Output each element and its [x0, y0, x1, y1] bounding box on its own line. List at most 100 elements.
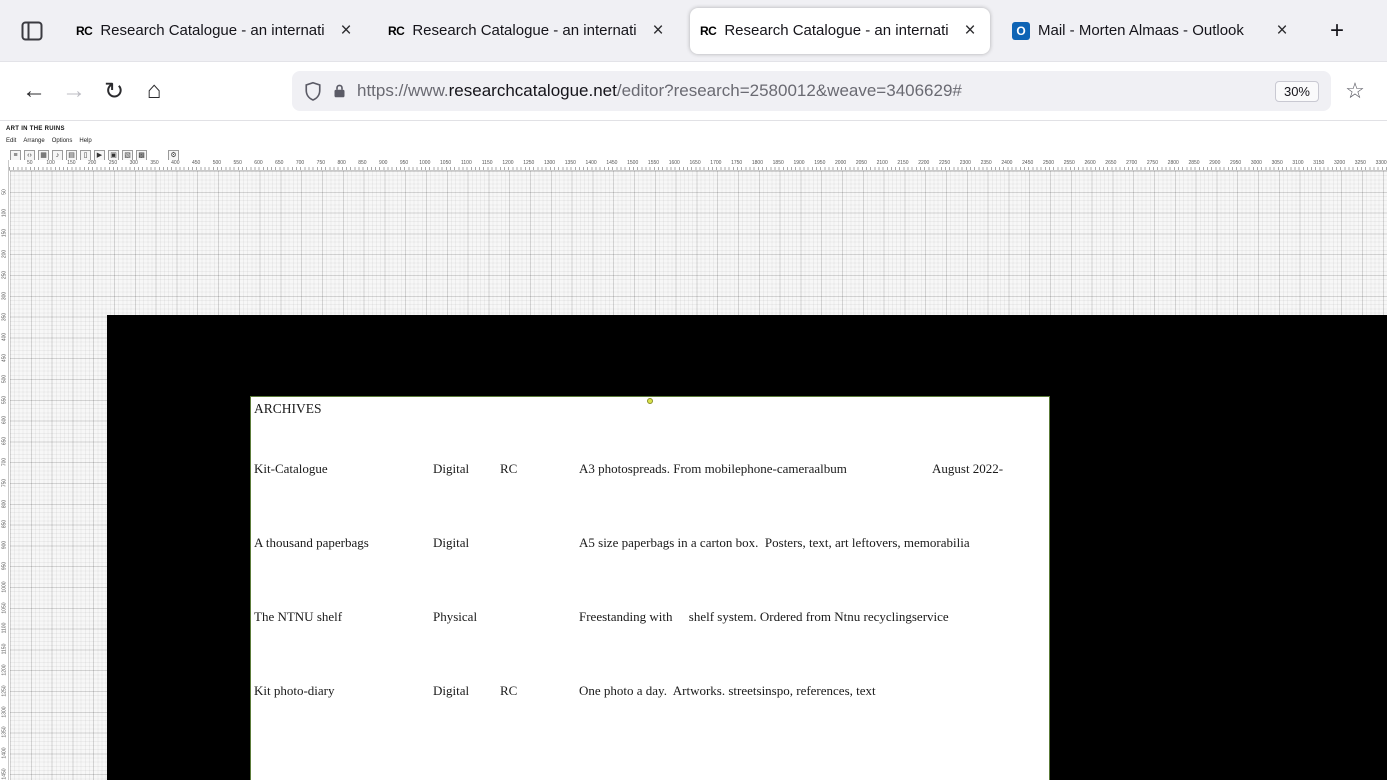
ruler-mark-v: 850: [2, 517, 8, 532]
rc-editor: ART IN THE RUINS Edit Arrange Options He…: [0, 121, 1387, 780]
archive-item-name: A thousand paperbags: [254, 535, 369, 551]
ruler-mark-v: 1350: [2, 725, 8, 740]
ruler-mark-h: 2950: [1230, 160, 1241, 166]
tab-research-catalogue-1[interactable]: RC Research Catalogue - an internati ×: [66, 8, 366, 54]
ruler-mark-v: 1100: [2, 621, 8, 636]
url-bar[interactable]: https://www.researchcatalogue.net/editor…: [292, 71, 1331, 111]
tab-research-catalogue-3-active[interactable]: RC Research Catalogue - an internati ×: [690, 8, 990, 54]
lock-icon[interactable]: [332, 82, 347, 100]
ruler-mark-v: 1450: [2, 766, 8, 780]
menu-edit[interactable]: Edit: [6, 138, 16, 144]
ruler-mark-h: 1650: [690, 160, 701, 166]
ruler-mark-v: 350: [2, 309, 8, 324]
ruler-mark-h: 50: [27, 160, 33, 166]
reload-button[interactable]: ↻: [94, 71, 134, 111]
archive-item-medium: Digital: [433, 683, 469, 699]
archive-item-tag: RC: [500, 461, 517, 477]
close-tab-icon[interactable]: ×: [648, 21, 668, 40]
ruler-mark-h: 300: [130, 160, 138, 166]
ruler-mark-h: 3200: [1334, 160, 1345, 166]
ruler-mark-h: 1500: [627, 160, 638, 166]
weave-background[interactable]: ARCHIVES Kit-Catalogue Digital RC A3 pho…: [107, 315, 1387, 780]
ruler-mark-v: 600: [2, 413, 8, 428]
menu-help[interactable]: Help: [79, 138, 91, 144]
menu-options[interactable]: Options: [52, 138, 73, 144]
archive-item-name: Kit photo-diary: [254, 683, 335, 699]
bookmark-star-icon[interactable]: ☆: [1337, 73, 1373, 109]
back-button[interactable]: ←: [14, 71, 54, 111]
tracking-shield-icon[interactable]: [304, 81, 322, 101]
ruler-mark-h: 2350: [981, 160, 992, 166]
ruler-mark-h: 3250: [1355, 160, 1366, 166]
rc-favicon: RC: [76, 24, 92, 38]
ruler-mark-v: 700: [2, 455, 8, 470]
tab-outlook-mail[interactable]: O Mail - Morten Almaas - Outlook ×: [1002, 8, 1302, 54]
ruler-mark-h: 2000: [835, 160, 846, 166]
menu-arrange[interactable]: Arrange: [23, 138, 44, 144]
close-tab-icon[interactable]: ×: [960, 21, 980, 40]
ruler-mark-v: 800: [2, 496, 8, 511]
ruler-mark-v: 400: [2, 330, 8, 345]
home-button[interactable]: ⌂: [134, 71, 174, 111]
ruler-mark-v: 450: [2, 351, 8, 366]
editor-canvas[interactable]: ARCHIVES Kit-Catalogue Digital RC A3 pho…: [10, 171, 1387, 780]
rc-favicon: RC: [700, 24, 716, 38]
ruler-mark-h: 750: [317, 160, 325, 166]
ruler-mark-h: 2300: [960, 160, 971, 166]
ruler-mark-h: 3050: [1272, 160, 1283, 166]
ruler-mark-h: 900: [379, 160, 387, 166]
ruler-mark-h: 2900: [1209, 160, 1220, 166]
ruler-mark-h: 950: [400, 160, 408, 166]
url-scheme: https://www.: [357, 81, 449, 100]
ruler-mark-v: 650: [2, 434, 8, 449]
url-text[interactable]: https://www.researchcatalogue.net/editor…: [357, 81, 1265, 101]
ruler-mark-h: 1150: [482, 160, 493, 166]
ruler-mark-h: 1000: [419, 160, 430, 166]
ruler-mark-h: 2600: [1085, 160, 1096, 166]
ruler-mark-h: 1900: [793, 160, 804, 166]
ruler-mark-h: 2450: [1022, 160, 1033, 166]
ruler-mark-h: 3150: [1313, 160, 1324, 166]
ruler-mark-h: 1800: [752, 160, 763, 166]
selection-handle[interactable]: [647, 398, 653, 404]
firefox-view-button[interactable]: [14, 13, 50, 49]
ruler-mark-v: 50: [2, 184, 8, 199]
ruler-mark-h: 2650: [1105, 160, 1116, 166]
ruler-mark-h: 1350: [565, 160, 576, 166]
ruler-mark-h: 150: [67, 160, 75, 166]
archives-text-block[interactable]: ARCHIVES Kit-Catalogue Digital RC A3 pho…: [250, 396, 1050, 780]
ruler-mark-h: 1050: [440, 160, 451, 166]
tab-research-catalogue-2[interactable]: RC Research Catalogue - an internati ×: [378, 8, 678, 54]
archive-item-medium: Digital: [433, 461, 469, 477]
forward-button[interactable]: →: [54, 71, 94, 111]
ruler-mark-h: 2050: [856, 160, 867, 166]
archive-item-medium: Physical: [433, 609, 477, 625]
ruler-mark-h: 1850: [773, 160, 784, 166]
ruler-mark-h: 1400: [586, 160, 597, 166]
horizontal-ruler: 5010015020025030035040045050055060065070…: [9, 160, 1387, 171]
tab-bar: RC Research Catalogue - an internati × R…: [0, 0, 1387, 62]
close-tab-icon[interactable]: ×: [1272, 21, 1292, 40]
url-path: /editor?research=2580012&weave=3406629#: [617, 81, 962, 100]
ruler-mark-v: 550: [2, 392, 8, 407]
ruler-mark-h: 250: [109, 160, 117, 166]
ruler-mark-h: 2800: [1168, 160, 1179, 166]
archive-item-description: A3 photospreads. From mobilephone-camera…: [579, 461, 847, 477]
new-tab-button[interactable]: +: [1320, 14, 1354, 48]
ruler-mark-v: 1150: [2, 642, 8, 657]
zoom-indicator[interactable]: 30%: [1275, 81, 1319, 102]
archive-row: A thousand paperbags Digital A5 size pap…: [251, 535, 1049, 551]
ruler-mark-h: 600: [254, 160, 262, 166]
url-domain: researchcatalogue.net: [449, 81, 617, 100]
navigation-toolbar: ← → ↻ ⌂ https://www.researchcatalogue.ne…: [0, 62, 1387, 121]
ruler-mark-h: 3300: [1376, 160, 1387, 166]
archive-item-description: A5 size paperbags in a carton box. Poste…: [579, 535, 970, 551]
archive-item-date: August 2022-: [932, 461, 1003, 477]
ruler-mark-h: 700: [296, 160, 304, 166]
ruler-mark-v: 750: [2, 475, 8, 490]
ruler-mark-v: 250: [2, 267, 8, 282]
ruler-mark-h: 1950: [814, 160, 825, 166]
ruler-mark-h: 1750: [731, 160, 742, 166]
tab-title: Mail - Morten Almaas - Outlook: [1038, 22, 1264, 39]
close-tab-icon[interactable]: ×: [336, 21, 356, 40]
